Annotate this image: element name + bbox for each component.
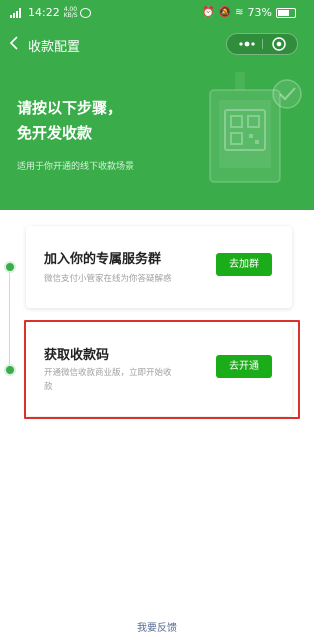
headline-line1: 请按以下步骤， (17, 99, 123, 117)
more-icon[interactable] (233, 34, 261, 54)
feedback-link[interactable]: 我要反馈 (0, 619, 314, 634)
miniprogram-capsule (226, 33, 298, 55)
status-bar: 14:22 4.00 KB/S ⏰ 🔕 ≋ 73% (0, 0, 314, 26)
headline: 请按以下步骤， 免开发收款 (17, 96, 122, 146)
navigation-bar: 收款配置 (0, 30, 314, 58)
join-group-button[interactable]: 去加群 (216, 253, 272, 276)
capsule-divider (262, 39, 263, 49)
battery-percent: 73% (247, 6, 272, 19)
header-subtitle: 适用于你开通的线下收款场景 (17, 162, 135, 172)
step-card-join-group: 加入你的专属服务群 微信支付小管家在线为你答疑解惑 去加群 (26, 226, 292, 308)
status-time: 14:22 (28, 6, 60, 19)
wechat-notification-icon (79, 7, 91, 18)
battery-icon (276, 7, 296, 18)
steps-timeline (9, 266, 10, 370)
qr-code-stand-illustration (209, 72, 302, 183)
step-1-description: 微信支付小管家在线为你答疑解惑 (44, 274, 172, 284)
close-miniprogram-icon[interactable] (271, 36, 287, 52)
step-1-dot (6, 263, 14, 271)
signal-icon (10, 7, 24, 18)
back-arrow-icon[interactable] (6, 34, 24, 52)
page-title: 收款配置 (28, 40, 81, 55)
network-speed: 4.00 KB/S (63, 5, 78, 19)
wifi-icon: ≋ (235, 7, 244, 18)
step-2-dot (6, 366, 14, 374)
headline-line2: 免开发收款 (17, 124, 93, 142)
highlight-box (24, 320, 300, 419)
alarm-icon: ⏰ (202, 7, 215, 18)
mute-icon: 🔕 (218, 7, 232, 18)
step-1-title: 加入你的专属服务群 (44, 252, 162, 267)
